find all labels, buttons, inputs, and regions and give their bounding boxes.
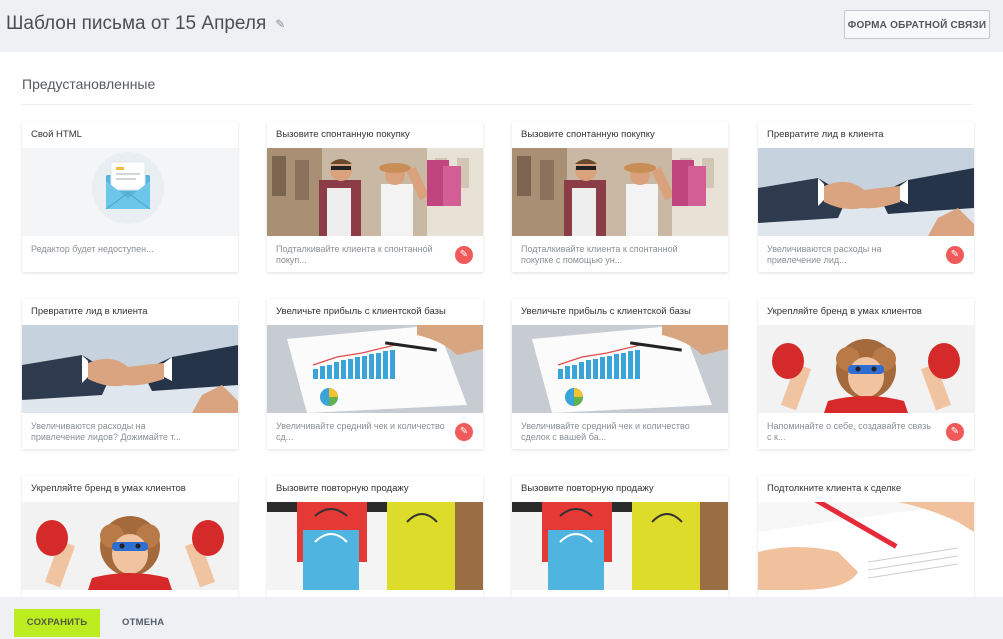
shopping-couple-image — [267, 148, 483, 236]
card-description: Редактор будет недоступен... — [31, 244, 154, 254]
template-card[interactable]: Увеличьте прибыль с клиентской базы Увели… — [512, 299, 728, 449]
pencil-icon[interactable]: ✎ — [275, 17, 285, 31]
card-title: Вызовите спонтанную покупку — [276, 129, 410, 140]
card-title: Вызовите спонтанную покупку — [521, 129, 655, 140]
card-title: Подтолкните клиента к сделке — [767, 483, 902, 494]
section-divider — [22, 104, 972, 105]
shopping-bags-image — [512, 502, 728, 590]
cancel-button[interactable]: ОТМЕНА — [122, 609, 164, 637]
edit-pencil-icon[interactable]: ✎ — [455, 246, 473, 264]
card-description: Подталкивайте клиента к спонтанной покуп… — [521, 244, 678, 265]
card-description: Подталкивайте клиента к спонтанной покуп… — [276, 244, 433, 265]
template-card[interactable]: Увеличьте прибыль с клиентской базы Увели… — [267, 299, 483, 449]
edit-pencil-icon[interactable]: ✎ — [946, 423, 964, 441]
card-title: Превратите лид в клиента — [767, 129, 884, 140]
section-title: Предустановленные — [22, 76, 156, 92]
template-card[interactable]: Вызовите спонтанную покупку Подталкивайте… — [512, 122, 728, 272]
template-card[interactable]: Подтолкните клиента к сделке — [758, 476, 974, 597]
card-title: Вызовите повторную продажу — [521, 483, 654, 494]
card-title: Увеличьте прибыль с клиентской базы — [521, 306, 691, 317]
card-description: Увеличивайте средний чек и количество сд… — [276, 421, 445, 442]
card-description: Увеличиваются расходы на привлечение лид… — [767, 244, 882, 265]
templates-panel: Предустановленные Свой HTML Редактор буде… — [0, 52, 1003, 597]
template-card[interactable]: Вызовите спонтанную покупку Подталкивайте… — [267, 122, 483, 272]
save-button[interactable]: СОХРАНИТЬ — [14, 609, 100, 637]
card-description: Увеличивайте средний чек и количество сд… — [521, 421, 690, 442]
card-title: Превратите лид в клиента — [31, 306, 148, 317]
template-card[interactable]: Укрепляйте бренд в умах клиентов Напомина… — [758, 299, 974, 449]
envelope-image — [22, 148, 238, 236]
card-title: Укрепляйте бренд в умах клиентов — [767, 306, 922, 317]
card-title: Вызовите повторную продажу — [276, 483, 409, 494]
edit-pencil-icon[interactable]: ✎ — [455, 423, 473, 441]
handshake-image — [22, 325, 238, 413]
card-description: Увеличиваются расходы на привлечение лид… — [31, 421, 181, 442]
template-card[interactable]: Вызовите повторную продажу — [512, 476, 728, 597]
handshake-image — [758, 148, 974, 236]
template-card[interactable]: Вызовите повторную продажу — [267, 476, 483, 597]
edit-pencil-icon[interactable]: ✎ — [946, 246, 964, 264]
shopping-bags-image — [267, 502, 483, 590]
template-card[interactable]: Превратите лид в клиента Увеличиваются ра… — [22, 299, 238, 449]
card-description: Напоминайте о себе, создавайте связь с к… — [767, 421, 931, 442]
card-title: Свой HTML — [31, 129, 82, 140]
card-title: Увеличьте прибыль с клиентской базы — [276, 306, 446, 317]
footer-bar: СОХРАНИТЬ ОТМЕНА — [0, 597, 1003, 639]
template-card[interactable]: Укрепляйте бренд в умах клиентов — [22, 476, 238, 597]
feedback-form-button[interactable]: ФОРМА ОБРАТНОЙ СВЯЗИ — [844, 10, 990, 39]
template-card[interactable]: Свой HTML Редактор будет недоступен... — [22, 122, 238, 272]
signing-document-image — [758, 502, 974, 590]
superhero-kid-image — [758, 325, 974, 413]
top-header: Шаблон письма от 15 Апреля ✎ ФОРМА ОБРАТН… — [0, 0, 1003, 52]
chart-paper-image — [267, 325, 483, 413]
shopping-couple-image — [512, 148, 728, 236]
page-title-text[interactable]: Шаблон письма от 15 Апреля — [6, 13, 266, 34]
card-title: Укрепляйте бренд в умах клиентов — [31, 483, 186, 494]
chart-paper-image — [512, 325, 728, 413]
superhero-kid-image — [22, 502, 238, 590]
template-card[interactable]: Превратите лид в клиента Увеличиваются ра… — [758, 122, 974, 272]
page-title: Шаблон письма от 15 Апреля ✎ — [6, 13, 285, 35]
